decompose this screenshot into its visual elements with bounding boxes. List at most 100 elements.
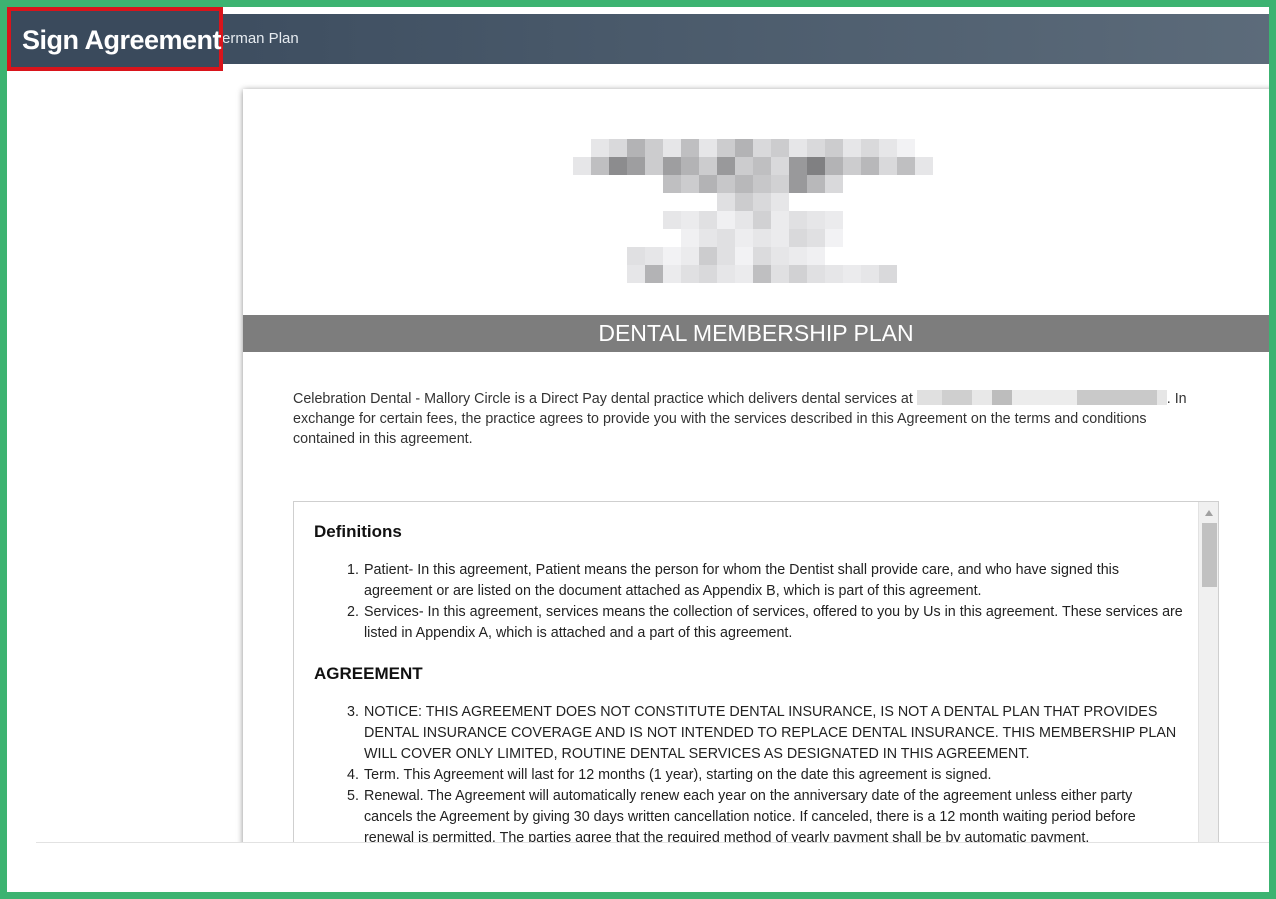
item-text: Term. This Agreement will last for 12 mo… (364, 767, 992, 783)
logo-pixel (681, 139, 699, 157)
logo-pixel (681, 157, 699, 175)
logo-pixel (609, 157, 627, 175)
item-number: 3. (347, 704, 359, 720)
logo-pixel (717, 229, 735, 247)
list-item: 4. Term. This Agreement will last for 12 … (347, 765, 1184, 786)
logo-pixel (699, 175, 717, 193)
logo-pixel (681, 229, 699, 247)
agreement-list: 3. NOTICE: THIS AGREEMENT DOES NOT CONSTI… (314, 702, 1184, 849)
logo-pixel (627, 139, 645, 157)
logo-pixel (753, 175, 771, 193)
logo-pixel (807, 175, 825, 193)
terms-content: Definitions 1. Patient- In this agreement… (314, 522, 1184, 849)
logo-pixel (807, 229, 825, 247)
intro-text-start: Celebration Dental - Mallory Circle is a… (293, 391, 917, 407)
logo-pixel (735, 157, 753, 175)
scroll-thumb[interactable] (1202, 523, 1217, 587)
logo-pixel (681, 175, 699, 193)
logo-pixel (735, 193, 753, 211)
logo-pixel (789, 139, 807, 157)
definitions-list: 1. Patient- In this agreement, Patient me… (314, 560, 1184, 644)
logo-pixel (807, 247, 825, 265)
logo-pixel (717, 175, 735, 193)
logo-pixel (753, 247, 771, 265)
intro-paragraph: Celebration Dental - Mallory Circle is a… (293, 389, 1203, 449)
logo-pixel (789, 265, 807, 283)
logo-pixel (699, 139, 717, 157)
plan-breadcrumb[interactable]: erman Plan (222, 30, 299, 47)
logo-pixel (897, 139, 915, 157)
logo-pixel (609, 139, 627, 157)
list-item: 3. NOTICE: THIS AGREEMENT DOES NOT CONSTI… (347, 702, 1184, 765)
page-title: Sign Agreement (22, 25, 222, 55)
logo-pixel (645, 247, 663, 265)
logo-pixel (735, 265, 753, 283)
logo-pixel (771, 211, 789, 229)
logo-pixel (843, 265, 861, 283)
logo-pixel (771, 229, 789, 247)
logo-pixel (825, 265, 843, 283)
redacted-address (916, 390, 1167, 405)
terms-scroll-box[interactable]: Definitions 1. Patient- In this agreement… (293, 501, 1219, 861)
logo-pixel (717, 157, 735, 175)
app-frame: erman Plan Sign Agreement DENTAL MEMBERS… (7, 7, 1269, 892)
item-number: 4. (347, 767, 359, 783)
logo-pixel (699, 229, 717, 247)
item-text: Services- In this agreement, services me… (364, 604, 1183, 641)
logo-pixel (861, 157, 879, 175)
item-number: 2. (347, 604, 359, 620)
definitions-heading: Definitions (314, 522, 402, 541)
plan-banner: DENTAL MEMBERSHIP PLAN (243, 315, 1269, 352)
logo-pixel (825, 211, 843, 229)
logo-pixel (645, 139, 663, 157)
practice-logo-redacted (573, 139, 945, 285)
logo-pixel (663, 211, 681, 229)
agreement-document: DENTAL MEMBERSHIP PLAN Celebration Denta… (243, 89, 1269, 889)
logo-pixel (789, 157, 807, 175)
logo-pixel (717, 193, 735, 211)
list-item: 5. Renewal. The Agreement will automatica… (347, 786, 1184, 849)
logo-pixel (861, 265, 879, 283)
item-text: Patient- In this agreement, Patient mean… (364, 562, 1119, 599)
logo-pixel (789, 175, 807, 193)
logo-pixel (735, 175, 753, 193)
bottom-bar (36, 842, 1269, 892)
logo-pixel (645, 265, 663, 283)
logo-pixel (699, 211, 717, 229)
logo-pixel (735, 139, 753, 157)
logo-pixel (771, 247, 789, 265)
item-text: Renewal. The Agreement will automaticall… (364, 788, 1136, 846)
logo-pixel (825, 139, 843, 157)
logo-pixel (807, 265, 825, 283)
logo-pixel (789, 247, 807, 265)
logo-pixel (897, 157, 915, 175)
logo-pixel (717, 211, 735, 229)
logo-pixel (753, 157, 771, 175)
logo-pixel (645, 157, 663, 175)
logo-pixel (681, 211, 699, 229)
scroll-up-arrow-icon[interactable] (1205, 510, 1213, 516)
logo-pixel (681, 247, 699, 265)
item-number: 5. (347, 788, 359, 804)
logo-pixel (825, 229, 843, 247)
logo-pixel (771, 139, 789, 157)
logo-pixel (591, 157, 609, 175)
terms-scrollbar[interactable] (1198, 502, 1218, 860)
logo-pixel (717, 247, 735, 265)
logo-pixel (843, 157, 861, 175)
logo-pixel (807, 139, 825, 157)
logo-pixel (663, 247, 681, 265)
logo-pixel (663, 157, 681, 175)
logo-pixel (825, 157, 843, 175)
logo-pixel (789, 211, 807, 229)
logo-pixel (681, 265, 699, 283)
logo-pixel (573, 157, 591, 175)
logo-pixel (627, 247, 645, 265)
logo-pixel (699, 265, 717, 283)
logo-pixel (825, 175, 843, 193)
item-number: 1. (347, 562, 359, 578)
logo-pixel (879, 157, 897, 175)
agreement-heading: AGREEMENT (314, 664, 423, 683)
logo-pixel (627, 157, 645, 175)
logo-pixel (753, 139, 771, 157)
